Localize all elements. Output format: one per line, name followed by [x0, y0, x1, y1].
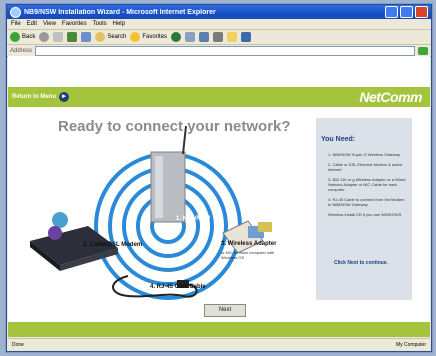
- router-image: [150, 125, 187, 223]
- refresh-icon[interactable]: [67, 32, 78, 42]
- page-content: Return to Menu ▸ NetComm Ready to connec…: [8, 56, 430, 337]
- search-button[interactable]: Search: [95, 32, 126, 42]
- back-arrow-icon: [10, 32, 20, 42]
- print-icon[interactable]: [213, 32, 224, 42]
- cable-label: 4. RJ-45 Cat5 Cable: [150, 284, 206, 290]
- footer-bar: [8, 322, 430, 337]
- status-bar: Done My Computer: [8, 338, 430, 350]
- favorites-button[interactable]: Favorites: [130, 32, 167, 42]
- panel-title: You Need:: [321, 136, 356, 143]
- address-label: Address: [10, 47, 33, 54]
- next-button[interactable]: Next: [204, 304, 246, 317]
- toolbar: Back Search Favorites: [7, 30, 431, 45]
- internet-explorer-icon: [10, 6, 21, 18]
- folder-icon[interactable]: [227, 32, 238, 42]
- title-bar[interactable]: NB9/NSW Installation Wizard - Microsoft …: [7, 5, 431, 19]
- adapter-sublabel: or NIC for each computer with Windows OS: [221, 250, 275, 260]
- mail-icon[interactable]: [199, 32, 210, 42]
- forward-arrow-icon[interactable]: [39, 32, 50, 42]
- wireless-adapter-image: [222, 220, 272, 254]
- menu-favorites[interactable]: Favorites: [62, 21, 87, 27]
- adapter-label: 3. Wireless Adapter: [221, 241, 277, 247]
- list-item: 1. NB9/NSW Super G Wireless Gateway: [328, 152, 401, 157]
- back-button[interactable]: Back: [10, 32, 35, 42]
- menu-view[interactable]: View: [43, 21, 56, 27]
- modem-label: 2. Cable/DSL Modem: [83, 242, 143, 248]
- status-text: Done: [12, 341, 24, 348]
- close-button[interactable]: [415, 6, 428, 18]
- menu-bar: File Edit View Favorites Tools Help: [7, 19, 431, 30]
- media-icon[interactable]: [171, 32, 182, 42]
- router-label: 1. NB9/NSW: [176, 216, 211, 222]
- window-title: NB9/NSW Installation Wizard - Microsoft …: [24, 8, 216, 16]
- menu-edit[interactable]: Edit: [27, 21, 37, 27]
- list-item: 3. 802.11b or g Wireless Adapter or a Wi…: [328, 177, 406, 192]
- menu-help[interactable]: Help: [113, 21, 125, 27]
- home-icon[interactable]: [81, 32, 92, 42]
- go-button[interactable]: [418, 46, 428, 55]
- menu-tools[interactable]: Tools: [93, 21, 107, 27]
- stop-icon[interactable]: [53, 32, 64, 42]
- zone-text: My Computer: [395, 341, 426, 348]
- history-icon[interactable]: [185, 32, 196, 42]
- menu-file[interactable]: File: [11, 21, 21, 27]
- continue-text: Click Next to continue.: [334, 260, 388, 266]
- list-item: Wireless Install CD if you use WINDOWS: [328, 212, 402, 217]
- requirements-panel: You Need: 1. NB9/NSW Super G Wireless Ga…: [316, 118, 412, 300]
- list-item: 2. Cable or DSL Ethernet Modem & active …: [328, 162, 403, 172]
- list-item: 4. RJ-45 Cable to connect from the Modem…: [328, 197, 405, 207]
- maximize-button[interactable]: [400, 6, 413, 18]
- requirements-list: 1. NB9/NSW Super G Wireless Gateway 2. C…: [328, 152, 408, 222]
- desktop-background: NB9/NSW Installation Wizard - Microsoft …: [0, 0, 436, 356]
- star-icon: [130, 32, 141, 42]
- search-icon: [95, 32, 106, 42]
- minimize-button[interactable]: [385, 6, 398, 18]
- messenger-icon[interactable]: [241, 32, 252, 42]
- browser-window: NB9/NSW Installation Wizard - Microsoft …: [6, 4, 432, 352]
- address-input[interactable]: [35, 45, 415, 56]
